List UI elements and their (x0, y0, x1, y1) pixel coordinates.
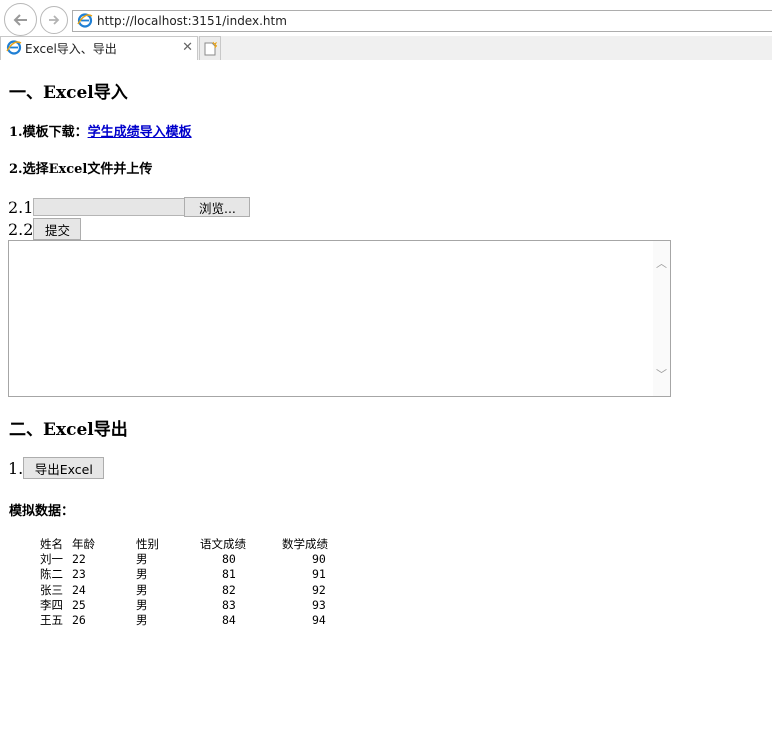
chevron-down-icon[interactable]: ﹀ (656, 366, 667, 382)
table-row: 王五 26 男 84 94 (40, 613, 342, 628)
cell-name: 陈二 (40, 567, 63, 582)
browse-button[interactable]: 浏览... (184, 197, 251, 217)
import-result-textarea[interactable]: ︿ ﹀ (8, 240, 671, 397)
cell-chinese: 83 (222, 597, 236, 612)
submit-button[interactable]: 提交 (33, 218, 82, 240)
header-gender: 性别 (136, 537, 159, 551)
cell-name: 李四 (40, 597, 63, 612)
arrow-left-icon (13, 13, 27, 26)
export-row-prefix: 1. (8, 458, 24, 478)
mock-data-label: 模拟数据： (9, 504, 75, 519)
cell-math: 92 (312, 582, 326, 597)
back-button[interactable] (4, 3, 37, 36)
export-heading: 二、Excel导出 (9, 420, 128, 440)
cell-math: 94 (312, 612, 326, 627)
cell-chinese: 82 (222, 582, 236, 597)
cell-math: 90 (312, 552, 326, 567)
cell-gender: 男 (136, 552, 148, 567)
header-age: 年龄 (72, 537, 95, 551)
header-math-score: 数学成绩 (282, 537, 328, 551)
tab-bar: Excel导入、导出 ✕ (0, 36, 772, 60)
cell-age: 22 (72, 552, 86, 567)
file-select-row: 2.1 浏览... (8, 197, 251, 217)
cell-chinese: 84 (222, 612, 236, 627)
template-download-label: 1.模板下载： (9, 125, 88, 140)
url-text: http://localhost:3151/index.htm (97, 14, 287, 28)
ie-logo-icon (6, 39, 22, 58)
cell-age: 25 (72, 597, 86, 612)
submit-row-prefix: 2.2 (8, 219, 34, 239)
table-row: 刘一 22 男 80 90 (40, 552, 342, 567)
tab-excel-import-export[interactable]: Excel导入、导出 ✕ (0, 36, 198, 60)
cell-name: 张三 (40, 582, 63, 597)
cell-gender: 男 (136, 582, 148, 597)
mock-data-table: 姓名 年龄 性别 语文成绩 数学成绩 刘一 22 男 80 90 陈二 23 男… (40, 537, 342, 628)
file-row-prefix: 2.1 (8, 197, 34, 217)
table-row: 张三 24 男 82 92 (40, 583, 342, 598)
ie-logo-icon (77, 12, 93, 31)
import-heading: 一、Excel导入 (9, 83, 128, 103)
cell-chinese: 80 (222, 552, 236, 567)
browser-chrome: http://localhost:3151/index.htm Excel导入、… (0, 0, 772, 60)
table-row: 陈二 23 男 81 91 (40, 567, 342, 582)
table-header-row: 姓名 年龄 性别 语文成绩 数学成绩 (40, 537, 342, 552)
close-icon[interactable]: ✕ (182, 40, 193, 55)
cell-gender: 男 (136, 567, 148, 582)
cell-gender: 男 (136, 597, 148, 612)
upload-step-label: 2.选择Excel文件并上传 (9, 162, 153, 177)
template-download-line: 1.模板下载：学生成绩导入模板 (9, 121, 192, 140)
new-tab-button[interactable] (199, 36, 221, 60)
cell-chinese: 81 (222, 567, 236, 582)
cell-math: 93 (312, 597, 326, 612)
cell-gender: 男 (136, 612, 148, 627)
cell-math: 91 (312, 567, 326, 582)
cell-name: 王五 (40, 612, 63, 627)
cell-age: 26 (72, 612, 86, 627)
new-tab-icon (204, 41, 217, 55)
forward-button[interactable] (40, 6, 68, 34)
cell-age: 23 (72, 567, 86, 582)
header-name: 姓名 (40, 537, 63, 551)
table-row: 李四 25 男 83 93 (40, 598, 342, 613)
file-input[interactable] (33, 198, 186, 216)
export-excel-button[interactable]: 导出Excel (23, 457, 105, 479)
template-download-link[interactable]: 学生成绩导入模板 (88, 125, 192, 140)
address-bar[interactable]: http://localhost:3151/index.htm (72, 10, 772, 32)
cell-age: 24 (72, 582, 86, 597)
arrow-right-icon (49, 15, 60, 25)
header-chinese-score: 语文成绩 (200, 537, 246, 551)
textarea-scrollbar[interactable]: ︿ ﹀ (653, 241, 670, 396)
submit-row: 2.2 提交 (8, 218, 82, 240)
cell-name: 刘一 (40, 552, 63, 567)
export-row: 1. 导出Excel (8, 457, 105, 479)
tab-title: Excel导入、导出 (25, 42, 117, 56)
chevron-up-icon[interactable]: ︿ (656, 255, 667, 271)
